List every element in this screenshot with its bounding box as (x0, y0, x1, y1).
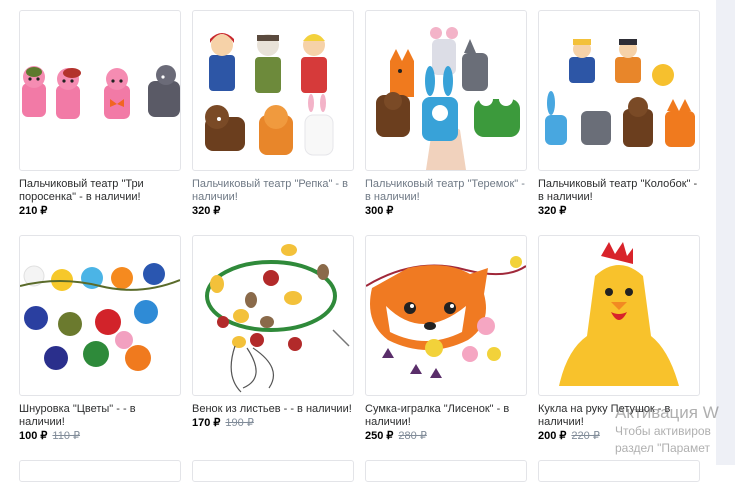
product-card[interactable]: Пальчиковый театр "Три поросенка" - в на… (19, 10, 181, 218)
price-row: 250 ₽ 280 ₽ (365, 430, 527, 443)
product-grid: Пальчиковый театр "Три поросенка" - в на… (19, 10, 709, 443)
product-image-partial[interactable] (538, 460, 700, 482)
product-image-rooster-puppet[interactable] (538, 235, 700, 396)
product-title[interactable]: Венок из листьев - - в наличии! (192, 403, 354, 416)
product-title[interactable]: Пальчиковый театр "Теремок" - в наличии! (365, 178, 527, 204)
product-card[interactable]: Сумка-игралка "Лисенок" - в наличии! 250… (365, 235, 527, 443)
product-title[interactable]: Сумка-игралка "Лисенок" - в наличии! (365, 403, 527, 429)
product-image-flowers-lacing[interactable] (19, 235, 181, 396)
product-image-partial[interactable] (192, 460, 354, 482)
product-price: 250 ₽ (365, 430, 394, 442)
product-card[interactable]: Венок из листьев - - в наличии! 170 ₽ 190… (192, 235, 354, 443)
scrollbar-gutter[interactable] (716, 0, 735, 465)
watermark-line: раздел "Парамет (615, 441, 710, 455)
price-row: 300 ₽ (365, 205, 527, 218)
next-row-partial (19, 460, 709, 482)
product-title[interactable]: Шнуровка "Цветы" - - в наличии! (19, 403, 181, 429)
product-image-repka[interactable] (192, 10, 354, 171)
product-image-fox-bag[interactable] (365, 235, 527, 396)
product-old-price: 280 ₽ (398, 430, 427, 442)
price-row: 210 ₽ (19, 205, 181, 218)
product-price: 320 ₽ (538, 205, 567, 217)
watermark-title: Активация W (615, 403, 719, 422)
product-price: 100 ₽ (19, 430, 48, 442)
product-image-kolobok[interactable] (538, 10, 700, 171)
watermark-line: Чтобы активиров (615, 424, 711, 438)
product-price: 210 ₽ (19, 205, 48, 217)
windows-activation-watermark: Активация W Чтобы активиров раздел "Пара… (615, 403, 735, 457)
price-row: 320 ₽ (538, 205, 700, 218)
product-price: 200 ₽ (538, 430, 567, 442)
product-price: 170 ₽ (192, 417, 221, 429)
product-old-price: 220 ₽ (571, 430, 600, 442)
price-row: 170 ₽ 190 ₽ (192, 417, 354, 430)
price-row: 100 ₽ 110 ₽ (19, 430, 181, 443)
product-card[interactable]: Пальчиковый театр "Репка" - в наличии! 3… (192, 10, 354, 218)
product-image-partial[interactable] (19, 460, 181, 482)
product-image-leaf-wreath[interactable] (192, 235, 354, 396)
product-image-three-pigs[interactable] (19, 10, 181, 171)
product-old-price: 110 ₽ (52, 430, 81, 442)
product-image-partial[interactable] (365, 460, 527, 482)
product-price: 320 ₽ (192, 205, 221, 217)
product-title[interactable]: Пальчиковый театр "Три поросенка" - в на… (19, 178, 181, 204)
product-card[interactable]: Пальчиковый театр "Колобок" - в наличии!… (538, 10, 700, 218)
product-title[interactable]: Пальчиковый театр "Репка" - в наличии! (192, 178, 354, 204)
product-image-teremok[interactable] (365, 10, 527, 171)
product-title[interactable]: Пальчиковый театр "Колобок" - в наличии! (538, 178, 700, 204)
product-old-price: 190 ₽ (225, 417, 254, 429)
price-row: 320 ₽ (192, 205, 354, 218)
product-card[interactable]: Пальчиковый театр "Теремок" - в наличии!… (365, 10, 527, 218)
product-price: 300 ₽ (365, 205, 394, 217)
product-card[interactable]: Шнуровка "Цветы" - - в наличии! 100 ₽ 110… (19, 235, 181, 443)
